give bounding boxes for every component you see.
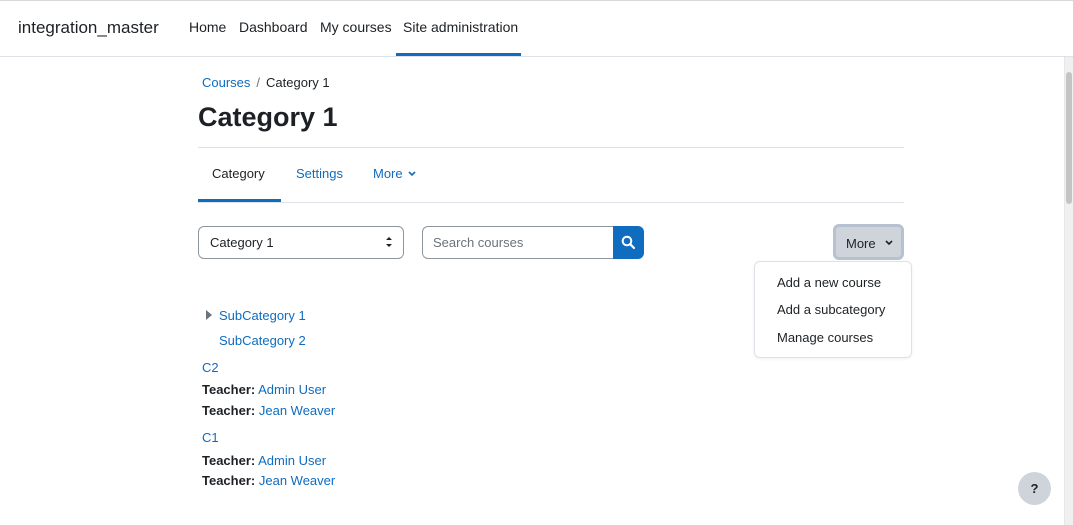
category-select[interactable]: Category 1 <box>198 226 404 259</box>
search-courses-input[interactable] <box>422 226 614 259</box>
nav-active-indicator <box>396 53 521 56</box>
course-link[interactable]: C1 <box>202 430 219 445</box>
teacher-row: Teacher: Jean Weaver <box>202 473 335 488</box>
chevron-down-icon <box>885 240 893 246</box>
help-button[interactable]: ? <box>1018 472 1051 505</box>
teacher-role-label: Teacher: <box>202 473 256 488</box>
select-arrows-icon <box>386 237 392 247</box>
search-button[interactable] <box>613 226 644 259</box>
title-divider <box>198 147 904 148</box>
menu-add-new-course[interactable]: Add a new course <box>777 275 881 290</box>
breadcrumb-courses-link[interactable]: Courses <box>202 75 250 90</box>
subcategory-link[interactable]: SubCategory 2 <box>219 333 306 348</box>
more-actions-menu: Add a new course Add a subcategory Manag… <box>754 261 912 358</box>
page-scrollbar-thumb[interactable] <box>1066 72 1072 204</box>
nav-site-administration[interactable]: Site administration <box>403 19 518 35</box>
teacher-role-label: Teacher: <box>202 382 256 397</box>
search-icon <box>621 235 636 250</box>
tab-more[interactable]: More <box>373 166 416 181</box>
subcategory-link[interactable]: SubCategory 1 <box>219 308 306 323</box>
page-title: Category 1 <box>198 102 338 132</box>
caret-right-icon[interactable] <box>206 310 212 320</box>
teacher-role-label: Teacher: <box>202 453 256 468</box>
course-link[interactable]: C2 <box>202 360 219 375</box>
breadcrumb: Courses / Category 1 <box>202 75 330 90</box>
site-brand[interactable]: integration_master <box>18 18 159 38</box>
nav-my-courses[interactable]: My courses <box>320 19 392 35</box>
menu-manage-courses[interactable]: Manage courses <box>777 330 873 345</box>
nav-divider <box>198 202 904 203</box>
breadcrumb-current: Category 1 <box>266 75 330 90</box>
category-select-value: Category 1 <box>210 235 274 250</box>
teacher-link[interactable]: Admin User <box>258 453 326 468</box>
more-actions-label: More <box>846 236 876 251</box>
top-navbar: integration_master Home Dashboard My cou… <box>0 0 1073 57</box>
tab-more-label: More <box>373 166 403 181</box>
teacher-row: Teacher: Jean Weaver <box>202 403 335 418</box>
breadcrumb-separator: / <box>256 75 261 90</box>
teacher-link[interactable]: Jean Weaver <box>259 403 335 418</box>
teacher-role-label: Teacher: <box>202 403 256 418</box>
tab-category[interactable]: Category <box>212 166 265 181</box>
teacher-row: Teacher: Admin User <box>202 453 326 468</box>
teacher-link[interactable]: Admin User <box>258 382 326 397</box>
teacher-link[interactable]: Jean Weaver <box>259 473 335 488</box>
menu-add-subcategory[interactable]: Add a subcategory <box>777 302 885 317</box>
chevron-down-icon <box>408 171 416 177</box>
nav-dashboard[interactable]: Dashboard <box>239 19 308 35</box>
teacher-row: Teacher: Admin User <box>202 382 326 397</box>
nav-home[interactable]: Home <box>189 19 226 35</box>
tab-settings[interactable]: Settings <box>296 166 343 181</box>
more-actions-button[interactable]: More <box>833 224 904 260</box>
